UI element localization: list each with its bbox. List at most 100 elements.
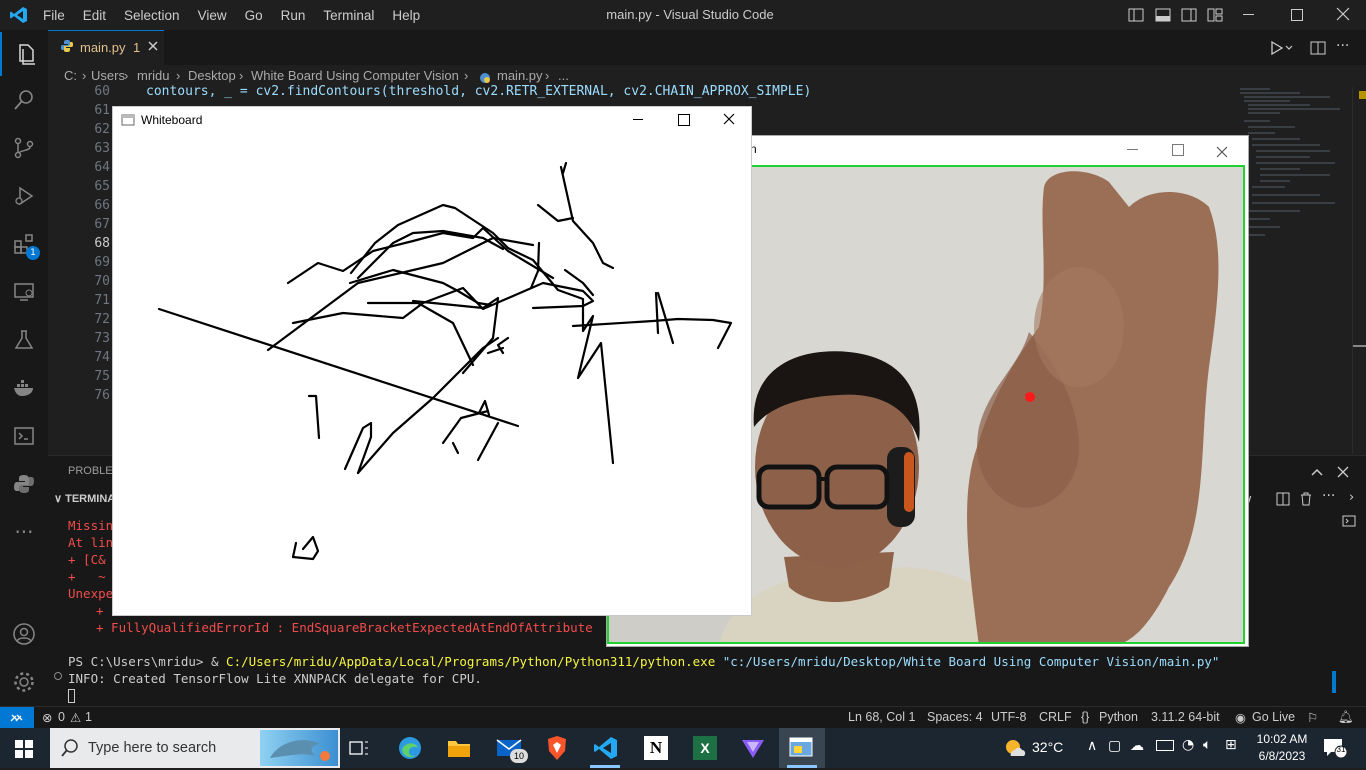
notification-count: 31 — [1336, 745, 1346, 754]
minimize-button[interactable] — [1243, 14, 1254, 15]
error-icon[interactable]: ⊗ — [42, 710, 52, 725]
onedrive-icon[interactable]: ☁ — [1130, 738, 1144, 754]
run-debug-icon[interactable] — [0, 174, 48, 218]
weather-icon[interactable] — [1003, 738, 1027, 762]
menu-selection[interactable]: Selection — [115, 8, 189, 23]
mail-icon[interactable]: 10 — [496, 737, 528, 763]
whiteboard-maximize-button[interactable] — [678, 114, 690, 126]
search-placeholder: Type here to search — [88, 740, 217, 756]
warning-icon[interactable]: ⚠ — [70, 710, 81, 725]
indentation[interactable]: Spaces: 4 — [927, 710, 983, 724]
volume-muted-icon[interactable]: 🔈︎ — [1203, 737, 1211, 753]
terminal-tab-icon[interactable] — [1342, 513, 1356, 532]
battery-icon[interactable] — [1156, 740, 1174, 751]
language-input-icon[interactable]: ⊞ — [1225, 737, 1237, 753]
cursor-position[interactable]: Ln 68, Col 1 — [848, 710, 915, 724]
python-interpreter[interactable]: 3.11.2 64-bit — [1151, 710, 1220, 724]
toggle-panel-icon[interactable] — [1155, 8, 1171, 26]
whiteboard-canvas[interactable] — [113, 133, 751, 615]
remote-indicator-icon[interactable] — [0, 707, 34, 729]
whiteboard-window[interactable]: Whiteboard — [112, 106, 752, 616]
remote-explorer-icon[interactable] — [0, 270, 48, 314]
wifi-icon[interactable]: ◔ — [1182, 737, 1194, 753]
camera-maximize-button[interactable] — [1172, 144, 1184, 156]
taskbar-search-box[interactable]: Type here to search — [50, 728, 340, 768]
terminal-cursor[interactable] — [68, 689, 75, 703]
notion-icon[interactable]: N — [644, 736, 668, 760]
toggle-secondary-sidebar-icon[interactable] — [1181, 8, 1197, 26]
file-explorer-icon[interactable] — [447, 737, 471, 763]
line-number-current: 68 — [94, 236, 110, 251]
terminal-more-icon[interactable]: ··· — [1322, 488, 1335, 504]
menu-run[interactable]: Run — [272, 8, 315, 23]
source-control-icon[interactable] — [0, 126, 48, 170]
minimap[interactable] — [1238, 87, 1352, 454]
menu-edit[interactable]: Edit — [74, 8, 115, 23]
split-terminal-icon[interactable] — [1276, 491, 1290, 510]
customize-layout-icon[interactable] — [1207, 8, 1223, 26]
python-app-taskbar-button[interactable] — [779, 728, 825, 768]
clock-time[interactable]: 10:02 AM — [1253, 732, 1311, 746]
meet-now-icon[interactable]: ▢ — [1108, 738, 1121, 754]
language-mode[interactable]: Python — [1099, 710, 1138, 724]
feedback-icon[interactable]: ⚐ — [1307, 710, 1318, 725]
weather-temperature[interactable]: 32°C — [1032, 739, 1063, 755]
warning-count[interactable]: 1 — [85, 710, 92, 724]
menu-terminal[interactable]: Terminal — [314, 8, 383, 23]
kill-terminal-trash-icon[interactable] — [1299, 491, 1313, 510]
python-icon[interactable] — [0, 462, 48, 506]
windows-start-icon[interactable] — [15, 740, 33, 762]
tab-main-py[interactable]: main.py 1 — [48, 30, 164, 66]
camera-minimize-button[interactable] — [1127, 149, 1138, 150]
brave-browser-icon[interactable] — [546, 735, 568, 765]
manage-gear-icon[interactable] — [0, 660, 48, 704]
vpn-app-icon[interactable] — [741, 737, 765, 763]
testing-icon[interactable] — [0, 318, 48, 362]
broadcast-icon[interactable]: ◉ — [1235, 710, 1246, 725]
show-hidden-icons-chevron-up-icon[interactable]: ∧ — [1087, 738, 1097, 754]
edge-browser-icon[interactable] — [398, 736, 422, 764]
explorer-icon[interactable] — [0, 32, 50, 76]
split-editor-icon[interactable] — [1310, 40, 1326, 59]
toggle-primary-sidebar-icon[interactable] — [1128, 8, 1144, 26]
go-live-button[interactable]: Go Live — [1252, 710, 1295, 724]
editor-more-icon[interactable]: ··· — [1336, 38, 1349, 54]
docker-icon[interactable] — [0, 366, 48, 410]
error-count[interactable]: 0 — [58, 710, 65, 724]
task-view-icon[interactable] — [348, 738, 370, 762]
whiteboard-minimize-button[interactable] — [633, 119, 643, 120]
command-decoration-icon[interactable] — [54, 672, 62, 680]
tab-close-icon[interactable] — [147, 40, 159, 55]
close-button[interactable] — [1336, 7, 1350, 25]
notifications-bell-icon[interactable]: 🔔︎ — [1338, 710, 1354, 725]
menu-bar: File Edit Selection View Go Run Terminal… — [34, 0, 429, 30]
whiteboard-close-button[interactable] — [723, 113, 735, 128]
file-encoding[interactable]: UTF-8 — [991, 710, 1026, 724]
menu-view[interactable]: View — [189, 8, 236, 23]
extensions-icon[interactable]: 1 — [0, 222, 48, 266]
editor-scrollbar[interactable] — [1352, 87, 1366, 454]
camera-close-button[interactable] — [1216, 143, 1228, 162]
restore-button[interactable] — [1291, 9, 1303, 21]
clock-date[interactable]: 6/8/2023 — [1253, 749, 1311, 763]
menu-file[interactable]: File — [34, 8, 74, 23]
menu-help[interactable]: Help — [383, 8, 429, 23]
more-icon[interactable]: ··· — [0, 510, 48, 554]
line-number: 73 — [94, 331, 110, 346]
run-python-file-icon[interactable] — [1270, 40, 1294, 60]
line-endings[interactable]: CRLF — [1039, 710, 1072, 724]
vscode-taskbar-icon[interactable] — [594, 736, 618, 764]
menu-go[interactable]: Go — [236, 8, 272, 23]
terminal-scrollbar[interactable] — [1332, 671, 1336, 693]
accounts-icon[interactable] — [0, 612, 48, 656]
terminal-chevron-right-icon[interactable]: › — [1349, 490, 1354, 505]
close-panel-icon[interactable] — [1336, 464, 1350, 483]
language-braces-icon[interactable]: {} — [1081, 710, 1089, 724]
action-center-icon[interactable]: 31 — [1322, 737, 1348, 763]
scrollbar-warning-marker — [1359, 91, 1366, 99]
maximize-panel-icon[interactable] — [1310, 464, 1324, 483]
mail-badge: 10 — [510, 749, 528, 763]
search-icon[interactable] — [0, 78, 48, 122]
terminal-icon[interactable] — [0, 414, 48, 458]
excel-icon[interactable]: X — [693, 736, 717, 760]
